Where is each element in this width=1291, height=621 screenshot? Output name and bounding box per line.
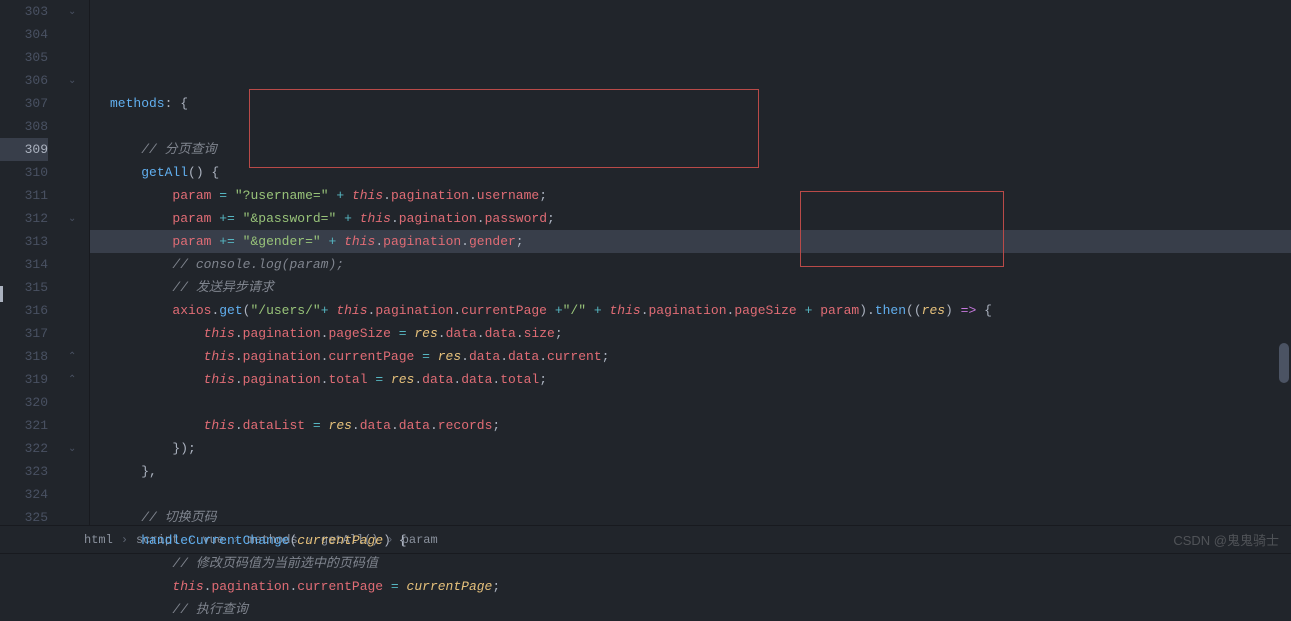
code-line[interactable]: // 分页查询 (90, 138, 1291, 161)
line-number: 313 (0, 230, 48, 253)
line-number: 303 (0, 0, 48, 23)
code-line[interactable]: // 切换页码 (90, 506, 1291, 529)
code-line[interactable]: // console.log(param); (90, 253, 1291, 276)
line-number: 321 (0, 414, 48, 437)
code-line[interactable]: this.pagination.pageSize = res.data.data… (90, 322, 1291, 345)
code-line[interactable]: this.pagination.currentPage = currentPag… (90, 575, 1291, 598)
code-line[interactable]: handleCurrentChange(currentPage) { (90, 529, 1291, 552)
line-number: 310 (0, 161, 48, 184)
code-line[interactable] (90, 115, 1291, 138)
code-line[interactable]: param += "&password=" + this.pagination.… (90, 207, 1291, 230)
line-number: 319 (0, 368, 48, 391)
code-line[interactable]: methods: { (90, 92, 1291, 115)
line-number: 305 (0, 46, 48, 69)
line-number: 306 (0, 69, 48, 92)
line-number: 311 (0, 184, 48, 207)
code-line[interactable]: }); (90, 437, 1291, 460)
line-number: 318 (0, 345, 48, 368)
line-number: 312 (0, 207, 48, 230)
line-number: 324 (0, 483, 48, 506)
code-line[interactable]: // 修改页码值为当前选中的页码值 (90, 552, 1291, 575)
code-editor[interactable]: 3033043053063073083093103113123133143153… (0, 0, 1291, 525)
line-number: 315 (0, 276, 48, 299)
fold-open-icon[interactable]: ⌄ (68, 213, 76, 225)
fold-column[interactable]: ⌄ ⌄ ⌄ ⌃ ⌃ ⌄ (60, 0, 90, 525)
vertical-scrollbar[interactable] (1279, 343, 1289, 383)
code-line[interactable]: this.pagination.total = res.data.data.to… (90, 368, 1291, 391)
line-number: 304 (0, 23, 48, 46)
left-edge-marker (0, 286, 3, 302)
code-line[interactable]: // 执行查询 (90, 598, 1291, 621)
fold-open-icon[interactable]: ⌄ (68, 443, 76, 455)
code-line[interactable]: // 发送异步请求 (90, 276, 1291, 299)
watermark: CSDN @鬼鬼骑士 (1173, 530, 1279, 549)
code-line[interactable] (90, 483, 1291, 506)
code-line[interactable]: }, (90, 460, 1291, 483)
fold-close-icon[interactable]: ⌃ (68, 351, 76, 363)
code-line[interactable]: getAll() { (90, 161, 1291, 184)
fold-open-icon[interactable]: ⌄ (68, 6, 76, 18)
code-line[interactable]: axios.get("/users/"+ this.pagination.cur… (90, 299, 1291, 322)
code-line[interactable]: this.pagination.currentPage = res.data.d… (90, 345, 1291, 368)
line-number: 323 (0, 460, 48, 483)
line-number: 316 (0, 299, 48, 322)
fold-close-icon[interactable]: ⌃ (68, 374, 76, 386)
code-line[interactable]: this.dataList = res.data.data.records; (90, 414, 1291, 437)
code-line[interactable]: param = "?username=" + this.pagination.u… (90, 184, 1291, 207)
line-number: 307 (0, 92, 48, 115)
line-number: 314 (0, 253, 48, 276)
code-line[interactable]: param += "&gender=" + this.pagination.ge… (90, 230, 1291, 253)
fold-open-icon[interactable]: ⌄ (68, 75, 76, 87)
line-number: 309 (0, 138, 48, 161)
line-number: 320 (0, 391, 48, 414)
line-number: 325 (0, 506, 48, 529)
line-number-gutter: 3033043053063073083093103113123133143153… (0, 0, 60, 525)
code-line[interactable] (90, 391, 1291, 414)
line-number: 308 (0, 115, 48, 138)
code-area[interactable]: methods: { // 分页查询 getAll() { param = "?… (90, 0, 1291, 525)
line-number: 322 (0, 437, 48, 460)
line-number: 317 (0, 322, 48, 345)
